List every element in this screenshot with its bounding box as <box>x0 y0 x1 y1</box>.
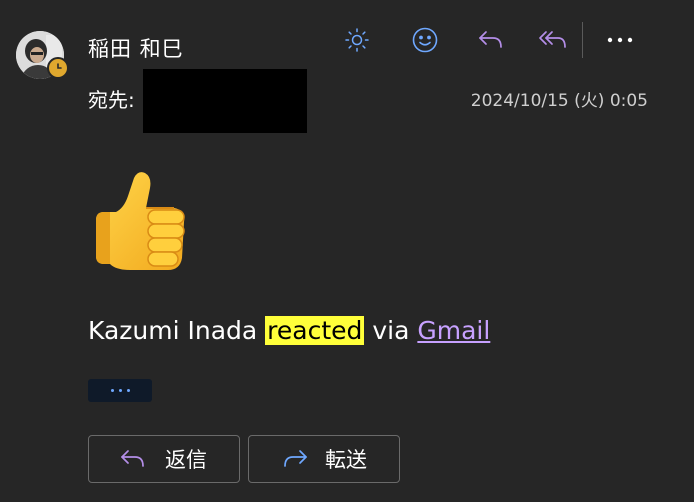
reaction-name: Kazumi Inada <box>88 316 258 345</box>
reaction-verb: reacted <box>265 316 365 345</box>
sender-name: 稲田 和巳 <box>88 37 184 61</box>
smiley-icon[interactable] <box>408 23 442 57</box>
reply-icon <box>121 450 144 467</box>
reply-icon[interactable] <box>474 23 508 57</box>
message-date: 2024/10/15 (火) 0:05 <box>470 91 648 111</box>
reply-all-icon[interactable] <box>536 23 570 57</box>
forward-icon <box>284 450 307 467</box>
reply-label: 返信 <box>165 448 207 472</box>
gmail-link[interactable]: Gmail <box>417 316 490 345</box>
forward-label: 転送 <box>325 448 367 472</box>
to-label: 宛先: <box>88 88 135 112</box>
redacted-recipient <box>143 69 307 133</box>
sun-icon[interactable] <box>340 23 374 57</box>
more-icon[interactable] <box>603 23 637 57</box>
reaction-text: Kazumi Inada reacted via Gmail <box>88 316 490 345</box>
forward-button[interactable]: 転送 <box>248 435 400 483</box>
status-clock-icon <box>47 57 69 79</box>
reaction-via: via <box>372 316 410 345</box>
toolbar-divider <box>582 22 583 58</box>
reply-button[interactable]: 返信 <box>88 435 240 483</box>
show-trimmed-content-button[interactable] <box>88 379 152 402</box>
thumbs-up-icon <box>90 168 190 274</box>
message-toolbar <box>340 22 637 58</box>
